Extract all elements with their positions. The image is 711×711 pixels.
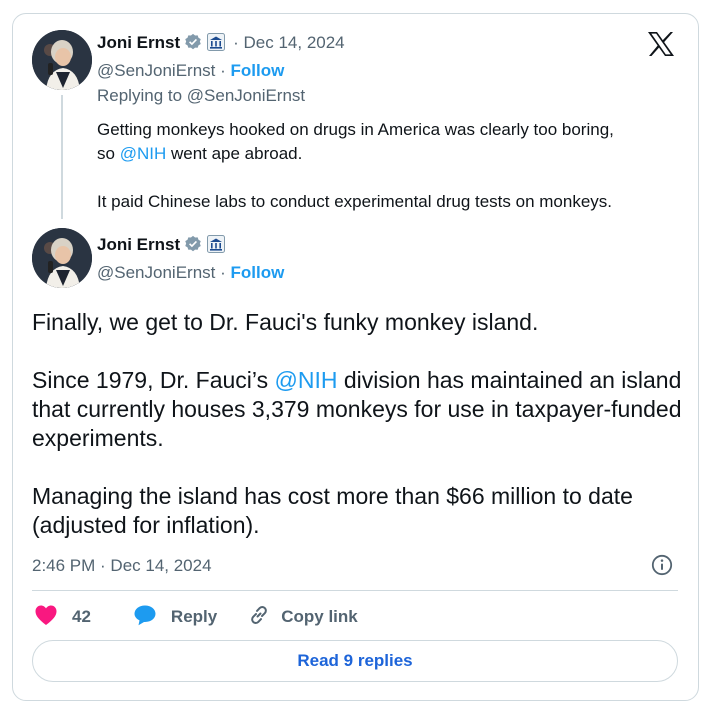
text-segment: went ape abroad.: [166, 144, 303, 163]
thread-connector-line: [61, 95, 63, 219]
tweet-paragraph: Finally, we get to Dr. Fauci's funky mon…: [32, 309, 539, 335]
quoted-author-row: Joni Ernst · Dec 14, 2024: [97, 32, 345, 57]
follow-button[interactable]: Follow: [230, 263, 284, 282]
verified-badge-icon: [184, 33, 202, 57]
text-segment: Since 1979, Dr. Fauci’s: [32, 367, 275, 393]
heart-icon: [34, 604, 58, 631]
reply-button[interactable]: Reply: [133, 604, 217, 631]
main-author-row: Joni Ernst: [97, 234, 226, 259]
main-tweet-text: Finally, we get to Dr. Fauci's funky mon…: [32, 308, 682, 540]
government-building-icon: [207, 33, 226, 57]
reply-label: Reply: [170, 607, 218, 626]
author-handle[interactable]: @SenJoniErnst: [97, 61, 215, 80]
copy-link-label: Copy link: [281, 607, 358, 626]
like-button[interactable]: 42: [34, 604, 91, 631]
author-name[interactable]: Joni Ernst: [97, 33, 180, 52]
replying-to: Replying to @SenJoniErnst: [97, 86, 306, 105]
divider: [32, 590, 678, 591]
info-icon[interactable]: [651, 554, 673, 581]
avatar[interactable]: [32, 228, 92, 288]
government-building-icon: [207, 235, 226, 259]
like-count: 42: [72, 607, 91, 626]
tweet-paragraph: Managing the island has cost more than $…: [32, 483, 633, 538]
nih-mention-link[interactable]: @NIH: [120, 144, 167, 163]
nih-mention-link[interactable]: @NIH: [274, 367, 337, 393]
separator: ·: [215, 263, 231, 282]
link-icon: [247, 603, 271, 632]
text-segment: so: [97, 144, 120, 163]
separator: ·: [215, 61, 231, 80]
quoted-tweet-text: Getting monkeys hooked on drugs in Ameri…: [97, 118, 687, 214]
copy-link-button[interactable]: Copy link: [247, 603, 358, 632]
tweet-date[interactable]: · Dec 14, 2024: [233, 33, 345, 52]
author-handle[interactable]: @SenJoniErnst: [97, 263, 215, 282]
author-name[interactable]: Joni Ernst: [97, 235, 180, 254]
main-handle-row: @SenJoniErnst · Follow: [97, 262, 284, 284]
tweet-timestamp[interactable]: 2:46 PM · Dec 14, 2024: [32, 556, 212, 576]
quoted-text-line: It paid Chinese labs to conduct experime…: [97, 192, 613, 211]
read-replies-button[interactable]: Read 9 replies: [32, 640, 678, 682]
tweet-actions: 42 Reply Copy link: [34, 603, 386, 631]
quoted-text-line: Getting monkeys hooked on drugs in Ameri…: [97, 120, 614, 139]
tweet-paragraph: Since 1979, Dr. Fauci’s @NIH division ha…: [32, 366, 682, 453]
x-logo-icon[interactable]: [647, 31, 675, 62]
quoted-text-line: so @NIH went ape abroad.: [97, 142, 687, 166]
quoted-handle-row: @SenJoniErnst · Follow: [97, 60, 284, 82]
avatar[interactable]: [32, 30, 92, 90]
follow-button[interactable]: Follow: [230, 61, 284, 80]
verified-badge-icon: [184, 235, 202, 259]
speech-bubble-icon: [133, 604, 157, 631]
